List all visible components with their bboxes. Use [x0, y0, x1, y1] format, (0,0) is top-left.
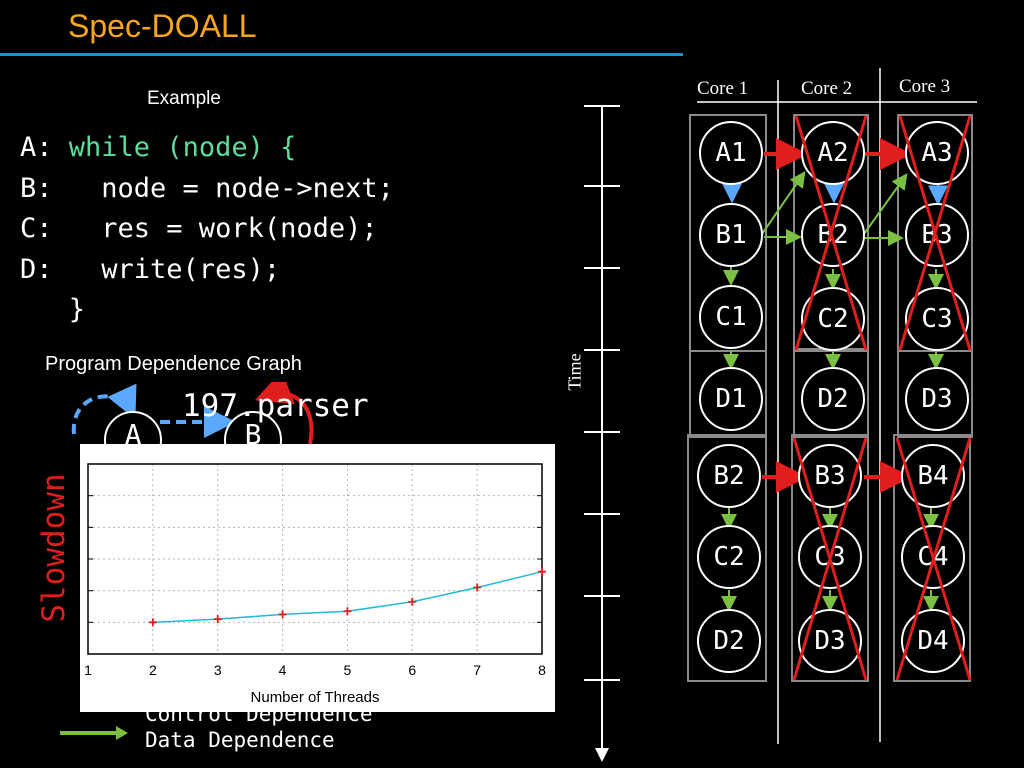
squash-marks: [792, 115, 972, 681]
